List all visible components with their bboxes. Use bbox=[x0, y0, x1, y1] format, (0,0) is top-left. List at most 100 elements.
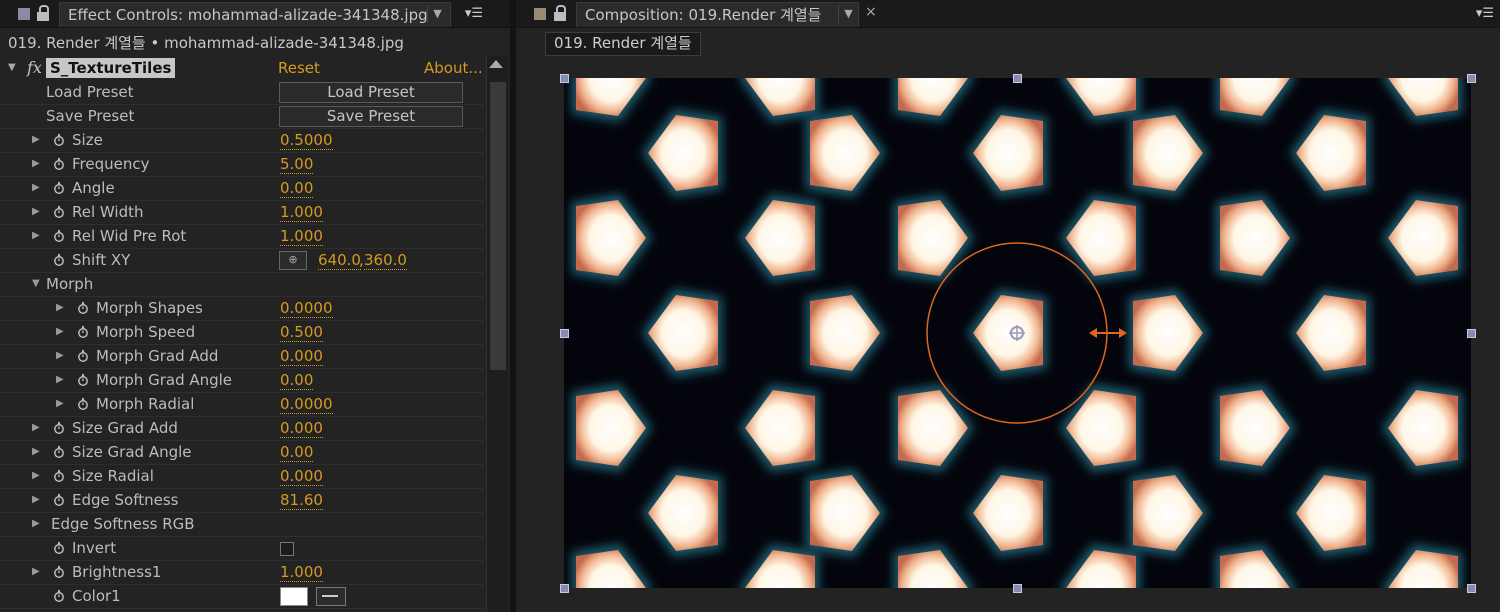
triangle-right-icon[interactable]: ▶ bbox=[32, 224, 42, 248]
reset-link[interactable]: Reset bbox=[278, 58, 320, 78]
param-row-size-grad-add: ▶ Size Grad Add 0.000 bbox=[0, 416, 484, 441]
param-label: Shift XY bbox=[72, 251, 131, 269]
layer-handle[interactable] bbox=[1013, 584, 1022, 593]
triangle-right-icon[interactable]: ▶ bbox=[32, 416, 42, 440]
triangle-right-icon[interactable]: ▶ bbox=[32, 512, 42, 536]
param-row-morph-grad-angle: ▶ Morph Grad Angle 0.00 bbox=[0, 368, 484, 393]
crosshair-point-icon[interactable]: ⊕ bbox=[279, 251, 307, 270]
param-label: Rel Wid Pre Rot bbox=[72, 227, 187, 245]
param-value[interactable]: 0.000 bbox=[280, 466, 323, 486]
lock-icon[interactable] bbox=[554, 5, 568, 22]
stopwatch-icon[interactable] bbox=[53, 182, 65, 194]
layer-handle[interactable] bbox=[1467, 74, 1476, 83]
stopwatch-icon[interactable] bbox=[53, 446, 65, 458]
stopwatch-icon[interactable] bbox=[53, 494, 65, 506]
triangle-right-icon[interactable]: ▶ bbox=[56, 392, 66, 416]
param-value[interactable]: 0.00 bbox=[280, 442, 314, 462]
triangle-right-icon[interactable]: ▶ bbox=[32, 152, 42, 176]
triangle-right-icon[interactable]: ▶ bbox=[32, 464, 42, 488]
layer-handle[interactable] bbox=[1013, 74, 1022, 83]
stopwatch-icon[interactable] bbox=[53, 590, 65, 602]
eyedropper-icon[interactable] bbox=[316, 587, 346, 606]
stopwatch-icon[interactable] bbox=[77, 398, 89, 410]
group-label: Edge Softness RGB bbox=[51, 515, 195, 533]
triangle-down-icon[interactable]: ▼ bbox=[32, 272, 42, 296]
param-group-morph: ▼ Morph bbox=[0, 272, 484, 297]
param-label: Size Grad Add bbox=[72, 419, 178, 437]
load-preset-button[interactable]: Load Preset bbox=[279, 82, 463, 103]
chevron-down-icon[interactable]: ▼ bbox=[838, 5, 858, 23]
param-value[interactable]: 1.000 bbox=[280, 562, 323, 582]
param-row-color1: Color1 bbox=[0, 584, 484, 609]
param-value[interactable]: 0.0000 bbox=[280, 298, 333, 318]
triangle-right-icon[interactable]: ▶ bbox=[32, 488, 42, 512]
param-value[interactable]: 1.000 bbox=[280, 226, 323, 246]
stopwatch-icon[interactable] bbox=[53, 254, 65, 266]
tab-effect-controls[interactable]: Effect Controls: mohammad-alizade-341348… bbox=[59, 2, 451, 27]
stopwatch-icon[interactable] bbox=[77, 374, 89, 386]
scroll-up-arrow-icon[interactable] bbox=[489, 60, 503, 68]
param-value[interactable]: 0.5000 bbox=[280, 130, 333, 150]
param-value[interactable]: 1.000 bbox=[280, 202, 323, 222]
param-value[interactable]: 0.0000 bbox=[280, 394, 333, 414]
param-value[interactable]: 5.00 bbox=[280, 154, 314, 174]
stopwatch-icon[interactable] bbox=[53, 542, 65, 554]
shift-x-value[interactable]: 640.0 bbox=[318, 250, 361, 270]
param-label: Size Radial bbox=[72, 467, 154, 485]
panel-menu-icon[interactable]: ▾☰ bbox=[1474, 6, 1496, 22]
triangle-right-icon[interactable]: ▶ bbox=[32, 560, 42, 584]
vertical-scrollbar[interactable] bbox=[486, 56, 508, 612]
param-row-angle: ▶ Angle 0.00 bbox=[0, 176, 484, 201]
stopwatch-icon[interactable] bbox=[53, 422, 65, 434]
fx-toggle-icon[interactable]: fx bbox=[27, 58, 42, 77]
triangle-right-icon[interactable]: ▶ bbox=[56, 296, 66, 320]
triangle-down-icon[interactable]: ▼ bbox=[8, 56, 16, 80]
scroll-thumb[interactable] bbox=[490, 82, 506, 370]
panel-menu-icon[interactable]: ▾☰ bbox=[463, 6, 485, 22]
stopwatch-icon[interactable] bbox=[77, 326, 89, 338]
close-icon[interactable]: × bbox=[865, 4, 877, 20]
effect-name[interactable]: S_TextureTiles bbox=[46, 58, 176, 78]
triangle-right-icon[interactable]: ▶ bbox=[56, 344, 66, 368]
save-preset-button[interactable]: Save Preset bbox=[279, 106, 463, 127]
shift-y-value[interactable]: 360.0 bbox=[364, 250, 407, 270]
layer-handle[interactable] bbox=[1467, 584, 1476, 593]
stopwatch-icon[interactable] bbox=[53, 206, 65, 218]
stopwatch-icon[interactable] bbox=[53, 230, 65, 242]
param-value[interactable]: 0.000 bbox=[280, 418, 323, 438]
triangle-right-icon[interactable]: ▶ bbox=[32, 176, 42, 200]
param-value[interactable]: 0.00 bbox=[280, 178, 314, 198]
layer-handle[interactable] bbox=[560, 74, 569, 83]
panel-color-swatch bbox=[18, 8, 30, 20]
effect-header-row: ▼ fx S_TextureTiles Reset About... bbox=[0, 56, 484, 80]
layer-handle[interactable] bbox=[560, 584, 569, 593]
about-link[interactable]: About... bbox=[424, 58, 483, 78]
param-value[interactable]: 81.60 bbox=[280, 490, 323, 510]
triangle-right-icon[interactable]: ▶ bbox=[32, 128, 42, 152]
invert-checkbox[interactable] bbox=[280, 542, 294, 556]
layer-handle[interactable] bbox=[560, 329, 569, 338]
stopwatch-icon[interactable] bbox=[77, 302, 89, 314]
triangle-right-icon[interactable]: ▶ bbox=[32, 440, 42, 464]
lock-icon[interactable] bbox=[37, 5, 51, 22]
stopwatch-icon[interactable] bbox=[53, 134, 65, 146]
param-value[interactable]: 0.500 bbox=[280, 322, 323, 342]
param-row-frequency: ▶ Frequency 5.00 bbox=[0, 152, 484, 177]
triangle-right-icon[interactable]: ▶ bbox=[56, 320, 66, 344]
triangle-right-icon[interactable]: ▶ bbox=[32, 200, 42, 224]
param-label: Morph Grad Angle bbox=[96, 371, 233, 389]
layer-handle[interactable] bbox=[1467, 329, 1476, 338]
param-value[interactable]: 0.000 bbox=[280, 346, 323, 366]
color1-swatch[interactable] bbox=[280, 587, 308, 606]
param-row-morph-grad-add: ▶ Morph Grad Add 0.000 bbox=[0, 344, 484, 369]
stopwatch-icon[interactable] bbox=[53, 470, 65, 482]
stopwatch-icon[interactable] bbox=[53, 158, 65, 170]
chevron-down-icon[interactable]: ▼ bbox=[427, 5, 447, 23]
tab-composition[interactable]: Composition: 019.Render 계열들 bbox=[576, 2, 859, 27]
param-value[interactable]: 0.00 bbox=[280, 370, 314, 390]
comp-breadcrumb-button[interactable]: 019. Render 계열들 bbox=[545, 32, 701, 56]
triangle-right-icon[interactable]: ▶ bbox=[56, 368, 66, 392]
composition-viewer[interactable] bbox=[564, 78, 1471, 588]
stopwatch-icon[interactable] bbox=[77, 350, 89, 362]
stopwatch-icon[interactable] bbox=[53, 566, 65, 578]
